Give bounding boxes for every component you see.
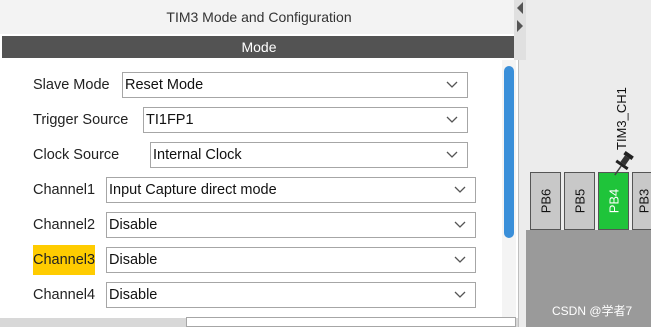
clock-source-value: Internal Clock — [153, 147, 242, 163]
signal-label: TIM3_CH1 — [614, 87, 629, 150]
watermark: CSDN @学者7 — [552, 304, 633, 318]
chevron-down-icon — [446, 116, 458, 123]
slave-mode-value: Reset Mode — [125, 77, 204, 93]
pin-pb5[interactable]: PB5 — [564, 172, 595, 230]
pin-label: PB5 — [572, 188, 587, 214]
pin-label: PB3 — [636, 188, 651, 214]
channel4-value: Disable — [109, 287, 158, 303]
channel2-select[interactable]: Disable — [106, 212, 476, 238]
slave-mode-select[interactable]: Reset Mode — [122, 72, 468, 98]
clock-source-label: Clock Source — [33, 147, 120, 163]
pin-pb6[interactable]: PB6 — [530, 172, 561, 230]
trigger-source-select[interactable]: TI1FP1 — [143, 107, 468, 133]
pushpin-icon — [614, 150, 634, 176]
trigger-source-value: TI1FP1 — [146, 112, 194, 128]
channel2-label: Channel2 — [33, 217, 96, 233]
collapse-arrow-icon[interactable] — [514, 0, 526, 60]
channel4-select[interactable]: Disable — [106, 282, 476, 308]
mode-configuration-panel: TIM3 Mode and Configuration Mode Slave M… — [0, 0, 519, 327]
channel3-select[interactable]: Disable — [106, 247, 476, 273]
mode-section-header[interactable]: Mode — [2, 36, 516, 58]
chevron-down-icon — [454, 256, 466, 263]
channel1-value: Input Capture direct mode — [109, 182, 277, 198]
channel1-label: Channel1 — [33, 182, 96, 198]
scrollbar-thumb[interactable] — [504, 66, 514, 238]
chevron-down-icon — [446, 151, 458, 158]
pin-label: PB4 — [606, 188, 621, 214]
slave-mode-label: Slave Mode — [33, 77, 110, 93]
chevron-down-icon — [446, 81, 458, 88]
channel3-value: Disable — [109, 252, 158, 268]
channel4-label: Channel4 — [33, 287, 96, 303]
chevron-down-icon — [454, 186, 466, 193]
channel1-select[interactable]: Input Capture direct mode — [106, 177, 476, 203]
pin-label: PB6 — [538, 188, 553, 214]
panel-title: TIM3 Mode and Configuration — [0, 0, 518, 34]
pin-pb3[interactable]: PB3 — [632, 172, 651, 230]
chevron-down-icon — [454, 221, 466, 228]
pin-pb4[interactable]: PB4 — [598, 172, 629, 230]
chevron-down-icon — [454, 291, 466, 298]
channel3-label: Channel3 — [33, 245, 96, 275]
clock-source-select[interactable]: Internal Clock — [150, 142, 468, 168]
mode-form: Slave Mode Reset Mode Trigger Source TI1… — [2, 60, 502, 327]
channel2-value: Disable — [109, 217, 158, 233]
partial-select[interactable] — [186, 317, 516, 327]
trigger-source-label: Trigger Source — [33, 112, 129, 128]
